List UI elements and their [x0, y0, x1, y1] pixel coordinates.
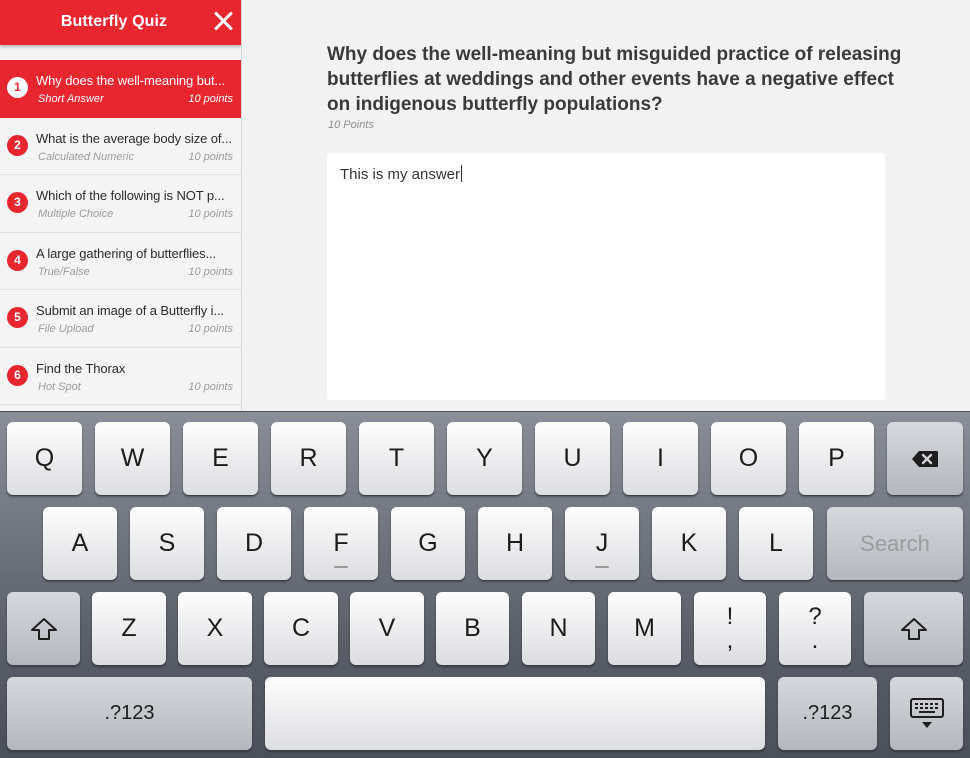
- question-item-3[interactable]: 3 Which of the following is NOT p... Mul…: [0, 175, 241, 233]
- numbers-key-right[interactable]: .?123: [778, 677, 877, 750]
- right-shift-key[interactable]: [864, 592, 963, 665]
- question-item-5[interactable]: 5 Submit an image of a Butterfly i... Fi…: [0, 290, 241, 348]
- home-key-nub: [595, 566, 609, 568]
- question-item-type: Multiple Choice: [38, 208, 114, 220]
- key-j[interactable]: J: [565, 507, 639, 580]
- key-l[interactable]: L: [739, 507, 813, 580]
- onscreen-keyboard: Q W E R T Y U I O P A S D F G H J K L Se…: [0, 411, 970, 758]
- key-r[interactable]: R: [271, 422, 346, 495]
- shift-icon: [900, 617, 927, 640]
- shift-icon: [30, 617, 57, 640]
- key-x[interactable]: X: [178, 592, 252, 665]
- text-caret: [461, 165, 463, 182]
- key-o[interactable]: O: [711, 422, 786, 495]
- question-points: 10 Points: [328, 119, 374, 131]
- question-item-points: 10 points: [188, 208, 233, 220]
- question-list: 1 Why does the well-meaning but... Short…: [0, 60, 241, 405]
- key-a[interactable]: A: [43, 507, 117, 580]
- question-item-type: True/False: [38, 265, 90, 278]
- question-item-points: 10 points: [188, 265, 233, 278]
- question-item-title: Submit an image of a Butterfly i...: [36, 303, 224, 318]
- key-d[interactable]: D: [217, 507, 291, 580]
- question-item-type: Calculated Numeric: [38, 150, 134, 163]
- key-u[interactable]: U: [535, 422, 610, 495]
- search-key[interactable]: Search: [827, 507, 963, 580]
- question-item-type: Hot Spot: [38, 380, 81, 393]
- key-exclaim-comma[interactable]: !,: [694, 592, 766, 665]
- key-top-char: !: [726, 602, 734, 630]
- question-item-title: Which of the following is NOT p...: [36, 188, 225, 203]
- key-w[interactable]: W: [95, 422, 170, 495]
- key-top-char: ?: [808, 602, 822, 630]
- key-v[interactable]: V: [350, 592, 424, 665]
- backspace-icon: [912, 450, 938, 467]
- key-m[interactable]: M: [608, 592, 681, 665]
- question-sidebar: Butterfly Quiz 1 Why does the well-meani…: [0, 0, 242, 411]
- question-item-4[interactable]: 4 A large gathering of butterflies... Tr…: [0, 233, 241, 290]
- left-shift-key[interactable]: [7, 592, 80, 665]
- question-number-badge: 4: [7, 249, 28, 271]
- question-number-badge: 3: [7, 192, 28, 213]
- key-h[interactable]: H: [478, 507, 552, 580]
- space-bar[interactable]: [265, 677, 765, 750]
- question-item-1[interactable]: 1 Why does the well-meaning but... Short…: [0, 60, 241, 118]
- question-item-points: 10 points: [188, 150, 233, 163]
- question-item-title: What is the average body size of...: [36, 130, 232, 146]
- sidebar-header: Butterfly Quiz: [0, 0, 241, 45]
- question-number-badge: 5: [7, 307, 28, 328]
- key-f[interactable]: F: [304, 507, 378, 580]
- key-z[interactable]: Z: [92, 592, 166, 665]
- numbers-key-left[interactable]: .?123: [7, 677, 252, 750]
- key-j-label: J: [595, 529, 609, 557]
- key-b[interactable]: B: [436, 592, 509, 665]
- question-item-type: File Upload: [38, 323, 94, 335]
- key-bottom-char: .: [811, 626, 819, 654]
- key-f-label: F: [333, 529, 349, 557]
- question-text: Why does the well-meaning but misguided …: [327, 44, 902, 115]
- keyboard-dismiss-key[interactable]: [890, 677, 963, 750]
- question-number-badge: 1: [7, 77, 28, 98]
- answer-textarea[interactable]: This is my answer: [327, 153, 885, 400]
- question-item-title: Why does the well-meaning but...: [36, 73, 226, 88]
- key-c[interactable]: C: [264, 592, 338, 665]
- question-item-title: A large gathering of butterflies...: [36, 245, 217, 261]
- key-g[interactable]: G: [391, 507, 465, 580]
- backspace-key[interactable]: [887, 422, 963, 495]
- question-item-type: Short Answer: [38, 93, 104, 105]
- key-p[interactable]: P: [799, 422, 874, 495]
- key-t[interactable]: T: [359, 422, 434, 495]
- question-item-points: 10 points: [188, 323, 233, 335]
- question-number-badge: 6: [7, 364, 28, 386]
- keyboard-dismiss-icon: [909, 697, 944, 728]
- answer-text: This is my answer: [340, 166, 461, 183]
- quiz-title: Butterfly Quiz: [60, 13, 168, 30]
- key-y[interactable]: Y: [447, 422, 522, 495]
- question-item-6[interactable]: 6 Find the Thorax Hot Spot 10 points: [0, 348, 241, 405]
- question-item-points: 10 points: [188, 93, 233, 105]
- question-item-2[interactable]: 2 What is the average body size of... Ca…: [0, 118, 241, 175]
- question-number-badge: 2: [7, 134, 28, 156]
- key-e[interactable]: E: [183, 422, 258, 495]
- question-item-title: Find the Thorax: [36, 360, 126, 376]
- close-icon[interactable]: [213, 11, 233, 31]
- home-key-nub: [334, 566, 348, 568]
- question-panel: Why does the well-meaning but misguided …: [243, 0, 970, 411]
- key-question-period[interactable]: ?.: [779, 592, 851, 665]
- question-item-points: 10 points: [188, 380, 233, 393]
- key-bottom-char: ,: [726, 626, 734, 654]
- key-s[interactable]: S: [130, 507, 204, 580]
- key-k[interactable]: K: [652, 507, 726, 580]
- key-n[interactable]: N: [522, 592, 595, 665]
- key-q[interactable]: Q: [7, 422, 82, 495]
- key-i[interactable]: I: [623, 422, 698, 495]
